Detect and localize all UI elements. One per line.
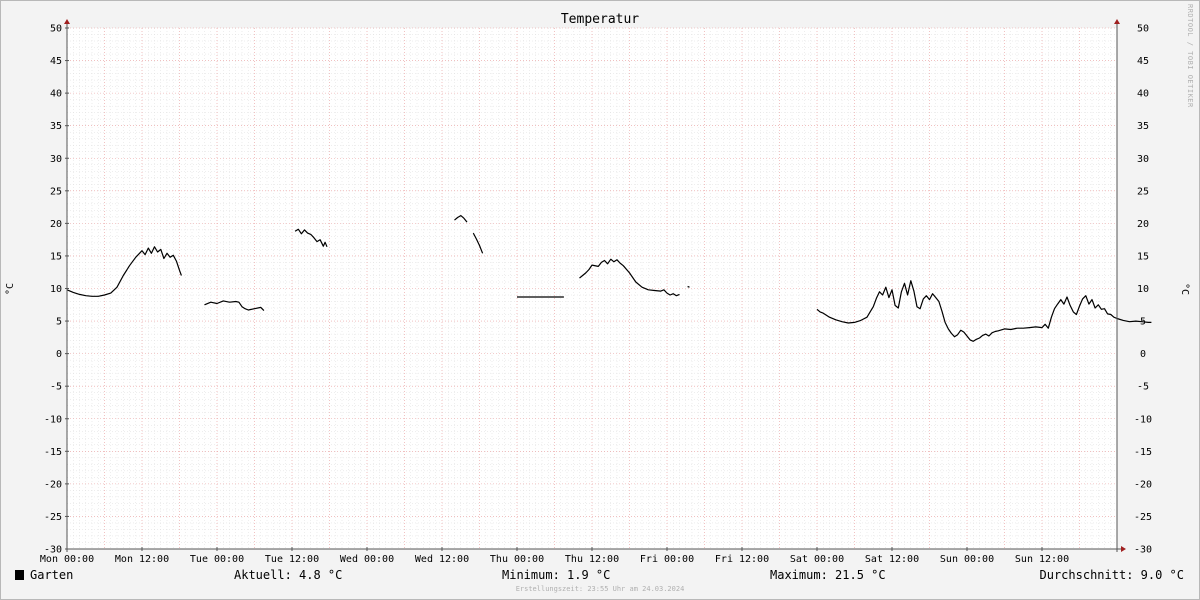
y-tick-label-right: 45 <box>1137 56 1149 67</box>
chart-title: Temperatur <box>561 12 639 27</box>
stat-average: Durchschnitt: 9.0 °C <box>1040 568 1185 582</box>
y-tick-label-right: 20 <box>1137 219 1149 230</box>
y-tick-label-left: -25 <box>44 512 62 523</box>
y-tick-label-right: -30 <box>1134 545 1152 556</box>
x-tick-label: Wed 00:00 <box>340 554 394 565</box>
x-tick-label: Sun 12:00 <box>1015 554 1069 565</box>
y-tick-label-left: 10 <box>50 284 62 295</box>
legend-label: Garten <box>30 568 73 582</box>
y-tick-label-right: -25 <box>1134 512 1152 523</box>
y-tick-label-left: 30 <box>50 154 62 165</box>
y-tick-label-right: 25 <box>1137 186 1149 197</box>
chart-root: 50 45 40 35 30 25 20 15 10 5 0 -5 -10 -15 -20 -25 -30 50… <box>0 0 1200 600</box>
watermark: RRDTOOL / TOBI OETIKER <box>1186 4 1194 108</box>
y-tick-label-right: 50 <box>1137 24 1149 35</box>
x-tick-label: Tue 00:00 <box>190 554 244 565</box>
y-tick-label-right: -15 <box>1134 447 1152 458</box>
x-tick-label: Sat 12:00 <box>865 554 919 565</box>
y-tick-label-right: 5 <box>1140 317 1146 328</box>
creation-time: Erstellungszeit: 23:55 Uhr am 24.03.2024 <box>516 585 685 593</box>
x-tick-label: Sat 00:00 <box>790 554 844 565</box>
temperature-chart: 50454035302520151050-5-10-15-20-25-30 50… <box>0 0 1200 600</box>
x-tick-label: Sun 00:00 <box>940 554 994 565</box>
x-tick-label: Tue 12:00 <box>265 554 319 565</box>
x-tick-label: Thu 00:00 <box>490 554 544 565</box>
y-axis-label-left: °C <box>5 283 16 295</box>
y-tick-label-left: 15 <box>50 251 62 262</box>
y-tick-label-left: 20 <box>50 219 62 230</box>
y-tick-label-right: 0 <box>1140 349 1146 360</box>
y-tick-label-right: 40 <box>1137 89 1149 100</box>
stat-maximum: Maximum: 21.5 °C <box>770 568 886 582</box>
x-tick-label: Thu 12:00 <box>565 554 619 565</box>
y-tick-label-left: 45 <box>50 56 62 67</box>
series-line-segment <box>687 285 690 288</box>
y-tick-label-right: -5 <box>1137 382 1149 393</box>
y-tick-label-left: -15 <box>44 447 62 458</box>
y-tick-label-left: -5 <box>50 382 62 393</box>
stat-minimum: Minimum: 1.9 °C <box>502 568 610 582</box>
y-tick-label-right: -10 <box>1134 414 1152 425</box>
x-tick-label: Mon 00:00 <box>40 554 94 565</box>
y-tick-label-right: 15 <box>1137 251 1149 262</box>
y-tick-label-right: -20 <box>1134 479 1152 490</box>
x-tick-label: Fri 00:00 <box>640 554 694 565</box>
y-tick-label-left: 40 <box>50 89 62 100</box>
stat-current: Aktuell: 4.8 °C <box>234 568 342 582</box>
x-tick-label: Fri 12:00 <box>715 554 769 565</box>
y-tick-label-right: 30 <box>1137 154 1149 165</box>
y-tick-label-left: 25 <box>50 186 62 197</box>
legend-swatch <box>15 570 24 580</box>
y-tick-label-left: 5 <box>56 317 62 328</box>
x-tick-label: Mon 12:00 <box>115 554 169 565</box>
y-tick-label-left: 50 <box>50 24 62 35</box>
y-tick-label-left: 0 <box>56 349 62 360</box>
y-tick-label-left: -20 <box>44 479 62 490</box>
y-tick-label-left: -10 <box>44 414 62 425</box>
x-tick-label: Wed 12:00 <box>415 554 469 565</box>
y-tick-label-right: 35 <box>1137 121 1149 132</box>
y-axis-label-right: °C <box>1179 283 1190 295</box>
y-tick-label-right: 10 <box>1137 284 1149 295</box>
y-tick-label-left: 35 <box>50 121 62 132</box>
